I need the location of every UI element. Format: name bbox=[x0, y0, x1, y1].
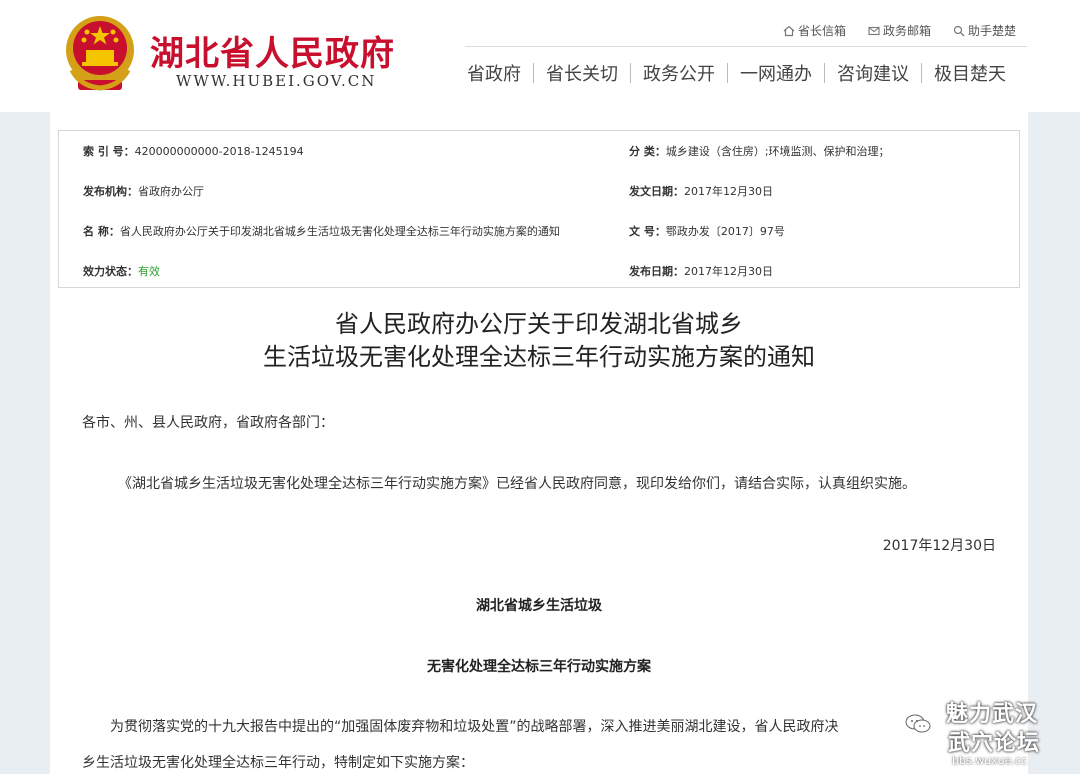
nav-item-one-network[interactable]: 一网通办 bbox=[728, 60, 824, 86]
meta-label: 名 称： bbox=[83, 225, 120, 238]
title-line: 生活垃圾无害化处理全达标三年行动实施方案的通知 bbox=[263, 343, 815, 371]
nav-item-gov-affairs[interactable]: 政务公开 bbox=[631, 60, 727, 86]
nav-item-jimu-chutian[interactable]: 极目楚天 bbox=[922, 60, 1018, 86]
watermark-url: bbs.wuxue.cc bbox=[952, 754, 1028, 767]
meta-label: 效力状态： bbox=[83, 265, 138, 278]
top-link-label: 省长信箱 bbox=[797, 24, 846, 38]
signature-date: 2017年12月30日 bbox=[882, 538, 996, 554]
top-link-label: 政务邮箱 bbox=[882, 24, 931, 38]
plan-title-line: 湖北省城乡生活垃圾 bbox=[476, 598, 602, 614]
meta-label: 发布机构： bbox=[83, 185, 138, 198]
document-metadata: 索 引 号：420000000000-2018-1245194 分 类：城乡建设… bbox=[58, 130, 1020, 288]
meta-value: 省政府办公厅 bbox=[138, 185, 204, 198]
forum-watermark: 魅力武汉 武穴论坛 bbs.wuxue.cc bbox=[900, 696, 1080, 774]
status-badge: 有效 bbox=[138, 265, 160, 278]
watermark-subtitle: 武穴论坛 bbox=[948, 730, 1041, 756]
article-content: 索 引 号：420000000000-2018-1245194 分 类：城乡建设… bbox=[50, 112, 1028, 774]
assistant-link[interactable]: 助手楚楚 bbox=[953, 22, 1016, 39]
gov-mail-link[interactable]: 政务邮箱 bbox=[868, 22, 931, 39]
title-line: 省人民政府办公厅关于印发湖北省城乡 bbox=[335, 310, 743, 338]
document-name: 名 称：省人民政府办公厅关于印发湖北省城乡生活垃圾无害化处理全达标三年行动实施方… bbox=[83, 223, 560, 239]
site-title[interactable]: 湖北省人民政府 bbox=[150, 26, 395, 75]
watermark-title: 魅力武汉 bbox=[946, 701, 1039, 727]
home-icon bbox=[783, 25, 795, 36]
meta-value: 鄂政办发〔2017〕97号 bbox=[665, 225, 785, 238]
category: 分 类：城乡建设（含住房）;环境监测、保护和治理； bbox=[629, 143, 890, 159]
header-divider bbox=[465, 46, 1027, 47]
main-nav: 省政府 省长关切 政务公开 一网通办 咨询建议 极目楚天 bbox=[455, 60, 1018, 86]
meta-value: 420000000000-2018-1245194 bbox=[134, 145, 304, 158]
meta-value: 2017年12月30日 bbox=[684, 265, 773, 278]
index-number: 索 引 号：420000000000-2018-1245194 bbox=[83, 143, 304, 159]
wechat-icon bbox=[905, 714, 931, 733]
nav-item-consultation[interactable]: 咨询建议 bbox=[825, 60, 921, 86]
meta-label: 文 号： bbox=[629, 225, 666, 238]
mail-icon bbox=[868, 26, 880, 35]
top-link-label: 助手楚楚 bbox=[967, 24, 1016, 38]
governor-mailbox-link[interactable]: 省长信箱 bbox=[783, 22, 846, 39]
site-header: 湖北省人民政府 WWW.HUBEI.GOV.CN 省长信箱 政务邮箱 助手楚楚 … bbox=[0, 0, 1080, 112]
meta-label: 分 类： bbox=[629, 145, 666, 158]
meta-label: 索 引 号： bbox=[83, 145, 135, 158]
search-icon bbox=[953, 25, 965, 36]
validity-status: 效力状态：有效 bbox=[83, 263, 160, 279]
meta-label: 发文日期： bbox=[629, 185, 684, 198]
document-title: 省人民政府办公厅关于印发湖北省城乡 生活垃圾无害化处理全达标三年行动实施方案的通… bbox=[50, 308, 1028, 374]
meta-value: 城乡建设（含住房）;环境监测、保护和治理； bbox=[665, 145, 890, 158]
nav-item-provincial-gov[interactable]: 省政府 bbox=[455, 60, 533, 86]
issue-date: 发文日期：2017年12月30日 bbox=[629, 183, 773, 199]
top-links: 省长信箱 政务邮箱 助手楚楚 bbox=[783, 22, 1016, 39]
meta-label: 发布日期： bbox=[629, 265, 684, 278]
document-number: 文 号：鄂政办发〔2017〕97号 bbox=[629, 223, 785, 239]
meta-value: 2017年12月30日 bbox=[684, 185, 773, 198]
site-url[interactable]: WWW.HUBEI.GOV.CN bbox=[176, 72, 376, 90]
national-emblem-icon bbox=[66, 16, 134, 91]
meta-value: 省人民政府办公厅关于印发湖北省城乡生活垃圾无害化处理全达标三年行动实施方案的通知 bbox=[119, 225, 560, 238]
publish-date: 发布日期：2017年12月30日 bbox=[629, 263, 773, 279]
issuing-agency: 发布机构：省政府办公厅 bbox=[83, 183, 204, 199]
body-paragraph: 《湖北省城乡生活垃圾无害化处理全达标三年行动实施方案》已经省人民政府同意，现印发… bbox=[118, 476, 916, 492]
addressee: 各市、州、县人民政府，省政府各部门： bbox=[82, 415, 334, 431]
intro-paragraph-cont: 乡生活垃圾无害化处理全达标三年行动，特制定如下实施方案： bbox=[82, 755, 474, 771]
plan-title-line: 无害化处理全达标三年行动实施方案 bbox=[427, 659, 651, 675]
intro-paragraph: 为贯彻落实党的十九大报告中提出的“加强固体废弃物和垃圾处置”的战略部署，深入推进… bbox=[110, 719, 839, 735]
nav-item-governor-concerns[interactable]: 省长关切 bbox=[534, 60, 630, 86]
